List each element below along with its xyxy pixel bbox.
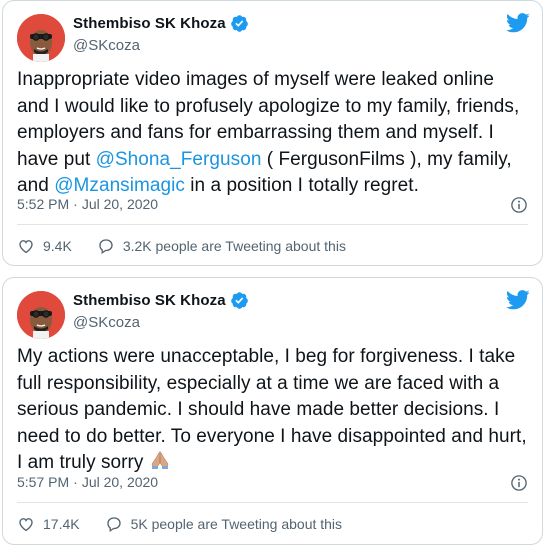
author-handle[interactable]: @SKcoza	[73, 37, 140, 54]
mention-link[interactable]: @Mzansimagic	[54, 175, 185, 196]
tweet-text-part: My actions were unacceptable, I beg for …	[17, 346, 527, 473]
tweet-actions: 9.4K 3.2K people are Tweeting about this	[17, 237, 346, 255]
tweet-actions: 17.4K 5K people are Tweeting about this	[17, 515, 342, 533]
like-count[interactable]: 9.4K	[43, 238, 72, 254]
tweet-card[interactable]: Sthembiso SK Khoza @SKcoza Inappropriate…	[2, 0, 543, 266]
divider	[17, 502, 528, 503]
like-count[interactable]: 17.4K	[43, 516, 80, 532]
twitter-bird-icon[interactable]	[506, 13, 530, 33]
author-name-row: Sthembiso SK Khoza	[73, 14, 249, 33]
author-name-row: Sthembiso SK Khoza	[73, 291, 249, 310]
tweet-time: 5:57 PM	[17, 474, 70, 490]
tweet-time: 5:52 PM	[17, 196, 70, 212]
tweeting-about-link[interactable]: 5K people are Tweeting about this	[131, 516, 342, 532]
tweet-timestamp[interactable]: 5:57 PM · Jul 20, 2020	[17, 474, 158, 490]
author-name[interactable]: Sthembiso SK Khoza	[73, 15, 226, 32]
tweet-card[interactable]: Sthembiso SK Khoza @SKcoza My actions we…	[2, 277, 543, 545]
tweet-timestamp[interactable]: 5:52 PM · Jul 20, 2020	[17, 196, 158, 212]
tweet-text: Inappropriate video images of myself wer…	[17, 67, 528, 200]
avatar[interactable]	[17, 291, 65, 339]
mention-link[interactable]: @Shona_Ferguson	[96, 149, 262, 170]
avatar[interactable]	[17, 14, 65, 62]
tweeting-about-link[interactable]: 3.2K people are Tweeting about this	[123, 238, 346, 254]
verified-badge-icon	[230, 14, 249, 33]
author-name[interactable]: Sthembiso SK Khoza	[73, 292, 226, 309]
folded-hands-emoji-icon	[149, 450, 171, 470]
verified-badge-icon	[230, 291, 249, 310]
author-handle[interactable]: @SKcoza	[73, 314, 140, 331]
tweet-text: My actions were unacceptable, I beg for …	[17, 344, 528, 477]
info-icon[interactable]	[510, 474, 528, 492]
divider	[17, 224, 528, 225]
heart-icon[interactable]	[17, 515, 35, 533]
info-icon[interactable]	[510, 196, 528, 214]
tweet-text-part: in a position I totally regret.	[184, 175, 419, 196]
tweet-date: Jul 20, 2020	[81, 196, 159, 212]
heart-icon[interactable]	[17, 237, 35, 255]
speech-bubble-icon[interactable]	[97, 237, 115, 255]
twitter-bird-icon[interactable]	[506, 290, 530, 310]
tweet-date: Jul 20, 2020	[81, 474, 159, 490]
speech-bubble-icon[interactable]	[105, 515, 123, 533]
